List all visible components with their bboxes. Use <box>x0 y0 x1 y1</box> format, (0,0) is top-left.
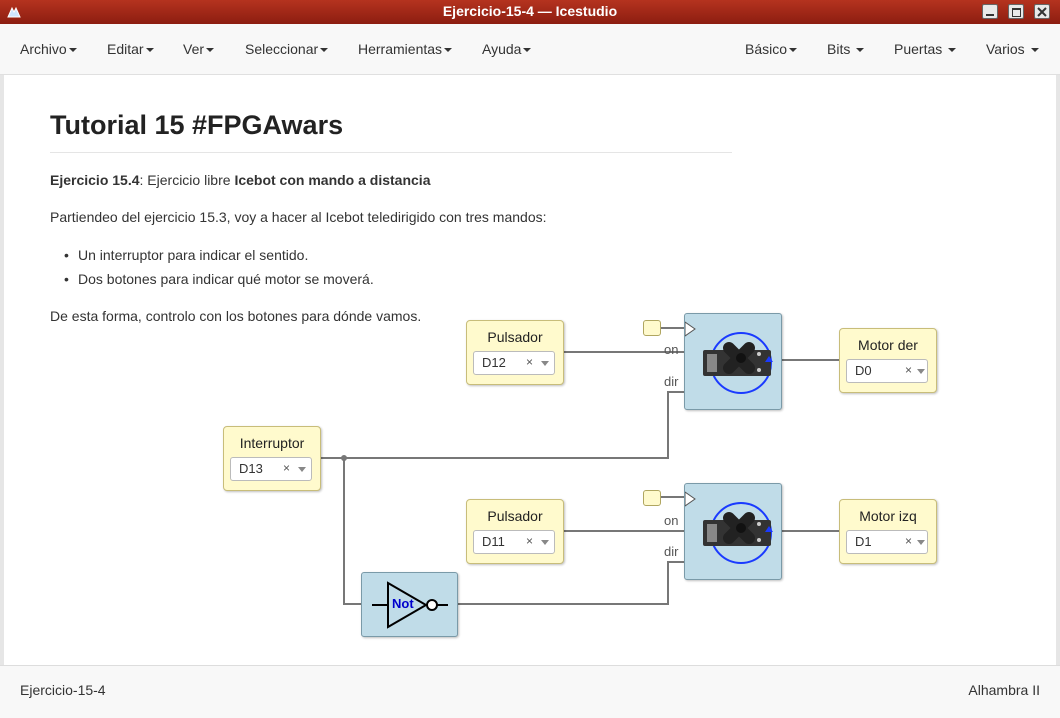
caret-down-icon <box>856 48 865 53</box>
clear-icon[interactable]: × <box>526 355 533 369</box>
exercise-mid-text: : Ejercicio libre <box>139 172 235 188</box>
list-item: Dos botones para indicar qué motor se mo… <box>64 271 374 287</box>
maximize-button[interactable] <box>1008 4 1024 19</box>
chevron-down-icon[interactable] <box>917 540 925 545</box>
menu-puertas[interactable]: Puertas <box>894 41 957 57</box>
pin-select-d11[interactable]: D11 × <box>473 530 555 554</box>
constant-input-bottom[interactable] <box>643 490 661 506</box>
menu-seleccionar[interactable]: Seleccionar <box>245 41 329 57</box>
menu-ayuda[interactable]: Ayuda <box>482 41 532 57</box>
window-title: Ejercicio-15-4 — Icestudio <box>442 3 618 19</box>
exercise-label: Ejercicio 15.4 <box>50 172 140 188</box>
menu-ver-label: Ver <box>183 41 205 57</box>
intro-text: Partiendeo del ejercicio 15.3, voy a hac… <box>50 209 547 225</box>
clear-icon[interactable]: × <box>905 534 912 548</box>
port-label-dir: dir <box>664 544 679 559</box>
pin-value: D11 <box>482 534 505 549</box>
not-gate-label: Not <box>392 596 414 611</box>
chevron-down-icon[interactable] <box>541 361 549 366</box>
exercise-title: Icebot con mando a distancia <box>234 172 431 188</box>
menu-basico[interactable]: Básico <box>745 41 798 57</box>
chevron-down-icon[interactable] <box>298 467 306 472</box>
interruptor-block-d13[interactable]: Interruptor D13 × <box>223 426 321 491</box>
servo-block-bottom[interactable] <box>684 483 782 580</box>
title-divider <box>50 152 732 153</box>
menu-seleccionar-label: Seleccionar <box>245 41 319 57</box>
page-title: Tutorial 15 #FPGAwars <box>50 110 344 140</box>
menu-editar[interactable]: Editar <box>107 41 154 57</box>
menubar: Archivo Editar Ver Seleccionar Herramien… <box>0 24 1060 75</box>
caret-down-icon <box>948 48 957 53</box>
port-label-dir: dir <box>664 374 679 389</box>
servo-block-top[interactable] <box>684 313 782 410</box>
close-button[interactable] <box>1034 4 1050 19</box>
statusbar: Ejercicio-15-4 Alhambra II <box>0 665 1060 718</box>
not-gate-block[interactable]: Not <box>361 572 458 637</box>
window-frame-right <box>1056 24 1060 717</box>
menu-editar-label: Editar <box>107 41 144 57</box>
maximize-icon <box>1012 8 1021 17</box>
outro-text: De esta forma, controlo con los botones … <box>50 308 422 324</box>
chevron-down-icon[interactable] <box>917 369 925 374</box>
list-item-text: Un interruptor para indicar el sentido. <box>78 247 309 263</box>
menu-archivo[interactable]: Archivo <box>20 41 77 57</box>
menu-archivo-label: Archivo <box>20 41 67 57</box>
caret-down-icon <box>145 48 154 53</box>
servo-motor-icon <box>684 321 773 394</box>
caret-down-icon <box>444 48 453 53</box>
minimize-button[interactable] <box>982 4 998 19</box>
menu-herramientas-label: Herramientas <box>358 41 443 57</box>
caret-down-icon <box>320 48 329 53</box>
port-label-on: on <box>664 342 679 357</box>
list-item: Un interruptor para indicar el sentido. <box>64 247 308 263</box>
window-titlebar: Ejercicio-15-4 — Icestudio <box>0 0 1060 24</box>
pin-value: D13 <box>239 461 263 476</box>
pin-select-d1[interactable]: D1 × <box>846 530 928 554</box>
pulsador-title: Pulsador <box>487 508 543 524</box>
menu-varios[interactable]: Varios <box>986 41 1039 57</box>
pulsador-block-d12[interactable]: Pulsador D12 × <box>466 320 564 385</box>
caret-down-icon <box>1030 48 1039 53</box>
port-label-on: on <box>664 513 679 528</box>
chevron-down-icon[interactable] <box>541 540 549 545</box>
exercise-line: Ejercicio 15.4: Ejercicio libre Icebot c… <box>50 172 430 188</box>
caret-down-icon <box>789 48 798 53</box>
pulsador-title: Pulsador <box>487 329 543 345</box>
caret-down-icon <box>68 48 77 53</box>
interruptor-title: Interruptor <box>239 435 305 451</box>
clear-icon[interactable]: × <box>283 461 290 475</box>
motor-izq-block-d1[interactable]: Motor izq D1 × <box>839 499 937 564</box>
caret-down-icon <box>206 48 215 53</box>
list-item-text: Dos botones para indicar qué motor se mo… <box>78 271 374 287</box>
motor-der-title: Motor der <box>858 337 918 353</box>
pin-select-d13[interactable]: D13 × <box>230 457 312 481</box>
motor-izq-title: Motor izq <box>859 508 917 524</box>
pin-select-d0[interactable]: D0 × <box>846 359 928 383</box>
pin-value: D12 <box>482 355 506 370</box>
close-icon <box>1037 7 1047 17</box>
menu-basico-label: Básico <box>745 41 788 57</box>
clear-icon[interactable]: × <box>526 534 533 548</box>
motor-der-block-d0[interactable]: Motor der D0 × <box>839 328 937 393</box>
pin-value: D0 <box>855 363 872 378</box>
constant-input-top[interactable] <box>643 320 661 336</box>
status-project-name: Ejercicio-15-4 <box>20 682 106 698</box>
pin-value: D1 <box>855 534 872 549</box>
menu-ayuda-label: Ayuda <box>482 41 522 57</box>
caret-down-icon <box>523 48 532 53</box>
menu-puertas-label: Puertas <box>894 41 943 57</box>
minimize-icon <box>986 14 994 16</box>
status-board-name[interactable]: Alhambra II <box>968 682 1040 698</box>
menu-bits-label: Bits <box>827 41 851 57</box>
menu-herramientas[interactable]: Herramientas <box>358 41 453 57</box>
pulsador-block-d11[interactable]: Pulsador D11 × <box>466 499 564 564</box>
menu-bits[interactable]: Bits <box>827 41 865 57</box>
menu-ver[interactable]: Ver <box>183 41 215 57</box>
menu-varios-label: Varios <box>986 41 1025 57</box>
clear-icon[interactable]: × <box>905 363 912 377</box>
servo-motor-icon <box>684 491 773 564</box>
pin-select-d12[interactable]: D12 × <box>473 351 555 375</box>
